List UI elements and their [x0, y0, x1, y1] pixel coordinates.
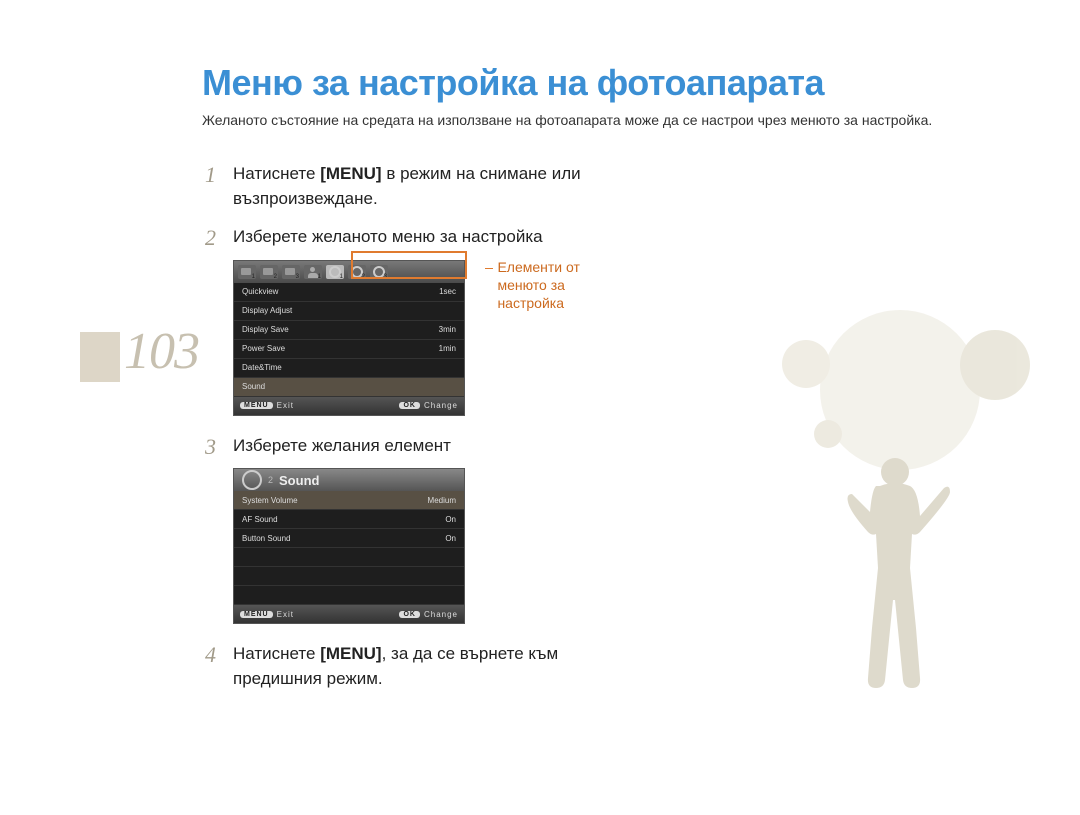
camera-tab-icon: 2 [260, 265, 278, 279]
callout-connector [485, 268, 493, 269]
camera-screen-2: 2 Sound System Volume Medium AF Sound On B… [233, 468, 465, 624]
tab-index: 3 [384, 274, 387, 280]
tab-index: 1 [340, 274, 343, 280]
gear-tab-icon: 3 [370, 265, 388, 279]
step-text: Изберете желаното меню за настройка [233, 225, 543, 250]
step-text: Натиснете [MENU], за да се върнете към п… [233, 642, 593, 691]
person-tab-icon: 1 [304, 265, 322, 279]
circle-decoration [820, 310, 980, 470]
menu-label: System Volume [242, 496, 298, 505]
menu-label: Quickview [242, 287, 278, 296]
circle-decoration [814, 420, 842, 448]
menu-row: AF Sound On [234, 510, 464, 529]
step-text: Изберете желания елемент [233, 434, 451, 459]
step-text-pre: Натиснете [233, 644, 320, 663]
menu-row-selected: Sound [234, 378, 464, 397]
menu-value: Medium [428, 496, 456, 505]
menu-label: Display Save [242, 325, 289, 334]
screen-title-index: 2 [268, 475, 273, 485]
tab-index: 3 [296, 274, 299, 280]
gear-icon [242, 470, 262, 490]
step-text-bold: [MENU] [320, 164, 381, 183]
menu-label: Button Sound [242, 534, 290, 543]
menu-label: Date&Time [242, 363, 282, 372]
menu-row-empty [234, 586, 464, 605]
callout-line-1: Елементи от [497, 259, 579, 275]
callout-line-2: менюто за [497, 277, 564, 293]
tab-index: 2 [274, 274, 277, 280]
page-number: 103 [124, 322, 199, 381]
menu-row: Button Sound On [234, 529, 464, 548]
callout-line-3: настройка [497, 295, 564, 311]
page-title: Меню за настройка на фотоапарата [202, 62, 824, 104]
menu-label: Power Save [242, 344, 285, 353]
screen-title-bar: 2 Sound [234, 469, 464, 491]
menu-row-empty [234, 567, 464, 586]
menu-label: Sound [242, 382, 265, 391]
screen-body: System Volume Medium AF Sound On Button So… [234, 491, 464, 605]
camera-tab-icon: 3 [282, 265, 300, 279]
menu-button-pill: MENU [240, 611, 273, 618]
tab-index: 2 [362, 274, 365, 280]
footer-change-label: Change [424, 610, 458, 619]
step-2: 2 Изберете желаното меню за настройка 1 … [205, 225, 765, 415]
menu-row: Display Save 3min [234, 321, 464, 340]
menu-value: 1min [439, 344, 456, 353]
step-text-bold: [MENU] [320, 644, 381, 663]
menu-row: Date&Time [234, 359, 464, 378]
camera-tab-icon: 1 [238, 265, 256, 279]
person-silhouette [840, 450, 950, 710]
step-number: 2 [205, 225, 233, 251]
gear-tab-icon: 1 [326, 265, 344, 279]
menu-button-pill: MENU [240, 402, 273, 409]
menu-value: 1sec [439, 287, 456, 296]
menu-label: Display Adjust [242, 306, 292, 315]
menu-row-selected: System Volume Medium [234, 491, 464, 510]
menu-value: 3min [439, 325, 456, 334]
tab-index: 1 [318, 274, 321, 280]
menu-value: On [445, 534, 456, 543]
footer-change-label: Change [424, 401, 458, 410]
step-number: 4 [205, 642, 233, 668]
step-3: 3 Изберете желания елемент 2 Sound Syste… [205, 434, 765, 624]
step-text: Натиснете [MENU] в режим на снимане или … [233, 162, 593, 211]
menu-label: AF Sound [242, 515, 278, 524]
screen-footer: MENU Exit OK Change [234, 397, 464, 415]
gear-tab-icon: 2 [348, 265, 366, 279]
step-number: 1 [205, 162, 233, 188]
footer-exit-label: Exit [277, 401, 294, 410]
callout-text: Елементи от менюто за настройка [497, 258, 579, 313]
page-subtitle: Желаното състояние на средата на използв… [202, 112, 1002, 128]
step-1: 1 Натиснете [MENU] в режим на снимане ил… [205, 162, 765, 211]
step-number: 3 [205, 434, 233, 460]
tab-index: 1 [252, 274, 255, 280]
step-4: 4 Натиснете [MENU], за да се върнете към… [205, 642, 765, 691]
screen-body: Quickview 1sec Display Adjust Display Sav… [234, 283, 464, 397]
screen-title-text: Sound [279, 473, 319, 488]
menu-row: Display Adjust [234, 302, 464, 321]
menu-row-empty [234, 548, 464, 567]
menu-row: Quickview 1sec [234, 283, 464, 302]
page-number-tab [80, 332, 120, 382]
circle-decoration [960, 330, 1030, 400]
footer-exit-label: Exit [277, 610, 294, 619]
ok-button-pill: OK [399, 402, 420, 409]
step-text-pre: Натиснете [233, 164, 320, 183]
screen-tabbar: 1 2 3 1 1 2 3 [234, 261, 464, 283]
steps-list: 1 Натиснете [MENU] в режим на снимане ил… [205, 162, 765, 705]
circle-decoration [782, 340, 830, 388]
menu-row: Power Save 1min [234, 340, 464, 359]
camera-screen-1: 1 2 3 1 1 2 3 Quickview 1sec Display Adju… [233, 260, 465, 416]
ok-button-pill: OK [399, 611, 420, 618]
screen-footer: MENU Exit OK Change [234, 605, 464, 623]
menu-value: On [445, 515, 456, 524]
page: 103 Меню за настройка на фотоапарата Жел… [0, 0, 1080, 815]
